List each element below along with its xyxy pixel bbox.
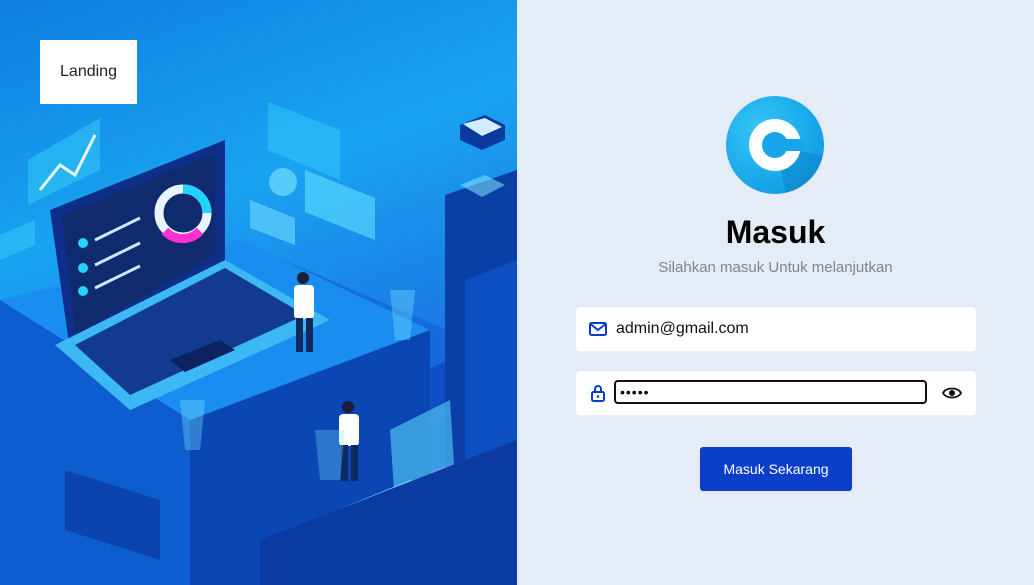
email-value[interactable]: admin@gmail.com [616, 320, 749, 338]
login-panel: Masuk Silahkan masuk Untuk melanjutkan a… [517, 0, 1034, 585]
login-submit-button[interactable]: Masuk Sekarang [700, 447, 852, 491]
page-subtitle: Silahkan masuk Untuk melanjutkan [658, 259, 893, 276]
landing-button[interactable]: Landing [40, 40, 137, 104]
password-input[interactable]: ••••• [614, 380, 927, 404]
app-logo [726, 96, 824, 194]
logo-c-icon [749, 119, 824, 194]
eye-icon[interactable] [942, 384, 962, 402]
email-field[interactable]: admin@gmail.com [576, 307, 976, 351]
password-field[interactable]: ••••• [576, 371, 976, 415]
page-title: Masuk [725, 214, 826, 250]
mail-icon [589, 322, 607, 336]
hero-illustration-panel: Landing [0, 0, 517, 585]
password-value: ••••• [620, 384, 650, 400]
lock-icon [591, 385, 605, 402]
